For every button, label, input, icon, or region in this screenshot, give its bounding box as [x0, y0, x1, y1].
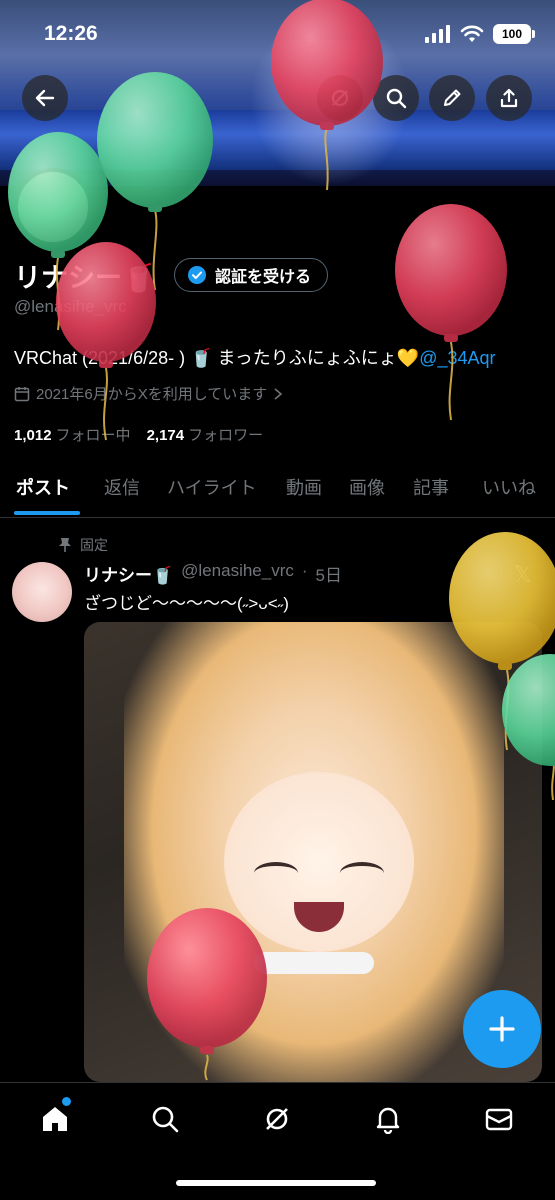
verify-label: 認証を受ける [215, 269, 312, 286]
status-time: 12:26 [44, 22, 98, 45]
signal-icon [425, 25, 450, 43]
verify-button[interactable]: 認証を受ける [174, 258, 329, 292]
joined-text: 2021年6月からXを利用しています [36, 386, 268, 403]
nav-messages[interactable] [479, 1101, 519, 1137]
pinned-label: 固定 [80, 537, 108, 553]
following-label: フォロー中 [55, 427, 131, 444]
notifications-icon [376, 1107, 400, 1134]
grok-header-button[interactable] [317, 75, 363, 121]
search-icon [386, 88, 407, 109]
follow-stats: 1,012 フォロー中 2,174 フォロワー [14, 424, 263, 445]
profile-name: リナシー🥤 [14, 263, 156, 293]
bio-text: VRChat (2021/6/28- ) 🥤 まったりふにょふにょ💛 [14, 348, 420, 368]
post-time: 5日 [315, 566, 343, 585]
active-tab-indicator [14, 511, 80, 515]
compose-button[interactable] [463, 990, 541, 1068]
x-logo-icon: 𝕏 [514, 562, 532, 587]
profile-bio: VRChat (2021/6/28- ) 🥤 まったりふにょふにょ💛@_34Aq… [14, 344, 496, 370]
post-author[interactable]: リナシー🥤 [84, 561, 173, 586]
arrow-left-icon [35, 89, 55, 107]
followers-count: 2,174 [146, 427, 185, 444]
followers-link[interactable]: 2,174 フォロワー [147, 424, 264, 445]
post-handle: @lenasihe_vrc [181, 561, 294, 580]
wifi-icon [460, 25, 484, 42]
home-indicator [176, 1180, 376, 1186]
bio-mention-link[interactable]: @_34Aqr [419, 348, 495, 368]
plus-icon [489, 1016, 515, 1042]
media-eye-left [254, 862, 298, 884]
tab-videos[interactable]: 動画 [286, 474, 322, 500]
media-collar [254, 952, 374, 974]
pinned-indicator: 固定 [58, 535, 108, 555]
followers-label: フォロワー [188, 427, 264, 444]
share-button[interactable] [486, 75, 532, 121]
profile-tabs: ポスト 返信 ハイライト 動画 画像 記事 いいね [0, 462, 555, 518]
tab-highlights[interactable]: ハイライト [167, 474, 257, 500]
following-count: 1,012 [14, 427, 52, 444]
joined-date[interactable]: 2021年6月からXを利用しています [14, 383, 283, 404]
calendar-icon [14, 386, 30, 401]
nav-grok[interactable] [257, 1101, 297, 1137]
home-notification-dot [62, 1097, 71, 1106]
post-avatar[interactable] [12, 562, 72, 622]
balloon-red-3 [395, 204, 507, 421]
nav-notifications[interactable] [368, 1101, 408, 1137]
media-mouth [294, 902, 344, 932]
profile-avatar[interactable] [14, 168, 92, 246]
tab-articles[interactable]: 記事 [413, 474, 449, 500]
media-eye-right [340, 862, 384, 884]
messages-icon [485, 1108, 513, 1131]
search-button[interactable] [373, 75, 419, 121]
post-header: リナシー🥤 @lenasihe_vrc · 5日 [84, 561, 342, 586]
grok-icon [331, 89, 349, 107]
status-bar: 12:26 100 [0, 0, 555, 70]
edit-icon [444, 89, 461, 106]
post-text: ざつじど〜〜〜〜〜(˶>ᴗ<˶) [84, 594, 289, 613]
nav-search[interactable] [145, 1101, 185, 1137]
pin-icon [59, 538, 71, 552]
status-icons: 100 [425, 24, 535, 44]
media-character-face [224, 772, 414, 952]
edit-button[interactable] [429, 75, 475, 121]
tab-posts[interactable]: ポスト [16, 474, 70, 500]
grok-icon [266, 1108, 288, 1130]
tab-images[interactable]: 画像 [349, 474, 385, 500]
nav-home[interactable] [35, 1101, 75, 1137]
profile-handle: @lenasihe_vrc [14, 297, 127, 316]
tab-replies[interactable]: 返信 [104, 474, 140, 500]
chevron-right-icon [274, 387, 283, 400]
back-button[interactable] [22, 75, 68, 121]
verified-badge-icon [188, 266, 206, 284]
tab-likes[interactable]: いいね [482, 474, 536, 500]
share-icon [500, 88, 518, 108]
home-icon [43, 1107, 67, 1131]
battery-indicator: 100 [493, 24, 535, 44]
search-icon [152, 1106, 179, 1133]
post-separator: · [301, 561, 308, 580]
following-link[interactable]: 1,012 フォロー中 [14, 424, 131, 445]
